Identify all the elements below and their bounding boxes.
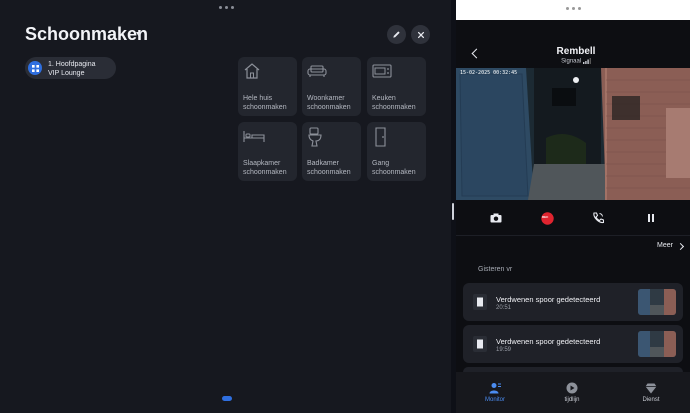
event-time: 20:51 — [496, 305, 512, 311]
door-sensor-icon — [473, 336, 487, 352]
grid-icon — [28, 61, 42, 75]
close-button[interactable] — [411, 25, 430, 44]
tile-gang[interactable]: Gang schoonmaken — [367, 122, 426, 181]
doorbell-panel: Rembell Signaal 15-02-2025 00:32:45 Meer… — [456, 0, 690, 413]
tile-sublabel-1: schoonmaken — [243, 104, 287, 111]
event-time: 19:59 — [496, 347, 512, 353]
page-title: Schoonmaken — [25, 24, 149, 44]
event-thumbnail[interactable] — [638, 331, 676, 357]
video-timestamp: 15-02-2025 00:32:45 — [460, 70, 518, 76]
tile-label-4: Slaapkamer — [243, 160, 281, 167]
pencil-icon — [393, 31, 400, 38]
device-title: Rembell — [556, 46, 596, 57]
window-grabber[interactable] — [219, 6, 234, 9]
chevron-right-icon[interactable] — [676, 242, 685, 251]
window-grabber-right[interactable] — [566, 7, 581, 10]
snapshot-button[interactable] — [488, 210, 504, 226]
pause-button[interactable] — [643, 210, 659, 226]
signal-indicator: Signaal — [456, 58, 690, 65]
camera-icon — [490, 213, 502, 223]
tile-sublabel-3: schoonmaken — [372, 104, 416, 111]
nav-tijdlijn[interactable]: tijdlijn — [542, 382, 602, 403]
more-link[interactable]: Meer — [657, 242, 673, 249]
toilet-icon — [308, 127, 322, 147]
signal-bars-icon — [582, 58, 591, 64]
tile-sublabel-5: schoonmaken — [307, 169, 351, 176]
tile-label-1: Hele huis — [243, 95, 273, 102]
day-heading: Gisteren vr — [478, 266, 513, 273]
tile-label-2: Woonkamer — [307, 95, 345, 102]
close-icon — [417, 31, 424, 38]
play-circle-icon — [566, 382, 578, 394]
tile-hele-huis[interactable]: Hele huis schoonmaken — [238, 57, 297, 116]
title-dropdown-icon[interactable] — [136, 32, 142, 37]
chip-line2: VIP Lounge — [48, 70, 85, 77]
person-icon — [489, 382, 501, 394]
edit-button[interactable] — [387, 25, 406, 44]
talk-button[interactable] — [590, 210, 606, 226]
sofa-icon — [307, 65, 327, 77]
window-top-bar — [456, 0, 690, 20]
signal-label: Signaal — [561, 58, 582, 65]
tile-woonkamer[interactable]: Woonkamer schoonmaken — [302, 57, 361, 116]
tile-label-6: Gang — [372, 160, 390, 167]
page-indicator — [222, 396, 232, 401]
bed-icon — [243, 131, 265, 142]
tile-sublabel-2: schoonmaken — [307, 104, 351, 111]
nav-monitor-label: Monitor — [484, 397, 505, 403]
cleaning-panel: Schoonmaken 1. Hoofdpagina VIP Lounge He… — [0, 0, 451, 413]
event-thumbnail[interactable] — [638, 289, 676, 315]
nav-monitor[interactable]: Monitor — [465, 382, 525, 403]
pause-icon — [648, 214, 654, 222]
divider — [456, 235, 690, 236]
nav-dienst[interactable]: Dienst — [621, 382, 681, 403]
door-icon — [375, 127, 386, 147]
bottom-navigation: Monitor tijdlijn Dienst — [456, 372, 690, 413]
nav-dienst-label: Dienst — [642, 397, 660, 403]
rec-label: REC — [542, 215, 549, 219]
tile-slaapkamer[interactable]: Slaapkamer schoonmaken — [238, 122, 297, 181]
location-chip[interactable]: 1. Hoofdpagina VIP Lounge — [25, 57, 116, 79]
house-icon — [244, 63, 260, 79]
event-title: Verdwenen spoor gedetecteerd — [496, 337, 601, 346]
chip-line1: 1. Hoofdpagina — [48, 61, 96, 68]
live-video-view[interactable]: 15-02-2025 00:32:45 — [456, 68, 690, 200]
event-card[interactable]: Verdwenen spoor gedetecteerd 19:59 — [463, 325, 683, 363]
tile-keuken[interactable]: Keuken schoonmaken — [367, 57, 426, 116]
tile-badkamer[interactable]: Badkamer schoonmaken — [302, 122, 361, 181]
tile-sublabel-4: schoonmaken — [243, 169, 287, 176]
tile-sublabel-6: schoonmaken — [372, 169, 416, 176]
phone-icon — [593, 212, 604, 224]
split-resize-handle[interactable] — [452, 203, 454, 220]
nav-tijdlijn-label: tijdlijn — [564, 397, 580, 403]
tile-label-5: Badkamer — [307, 160, 339, 167]
door-sensor-icon — [473, 294, 487, 310]
camera-feed-image — [456, 68, 690, 200]
diamond-icon — [645, 382, 657, 394]
event-title: Verdwenen spoor gedetecteerd — [496, 295, 601, 304]
oven-icon — [372, 64, 392, 78]
tile-label-3: Keuken — [372, 95, 396, 102]
event-card[interactable]: Verdwenen spoor gedetecteerd 20:51 — [463, 283, 683, 321]
